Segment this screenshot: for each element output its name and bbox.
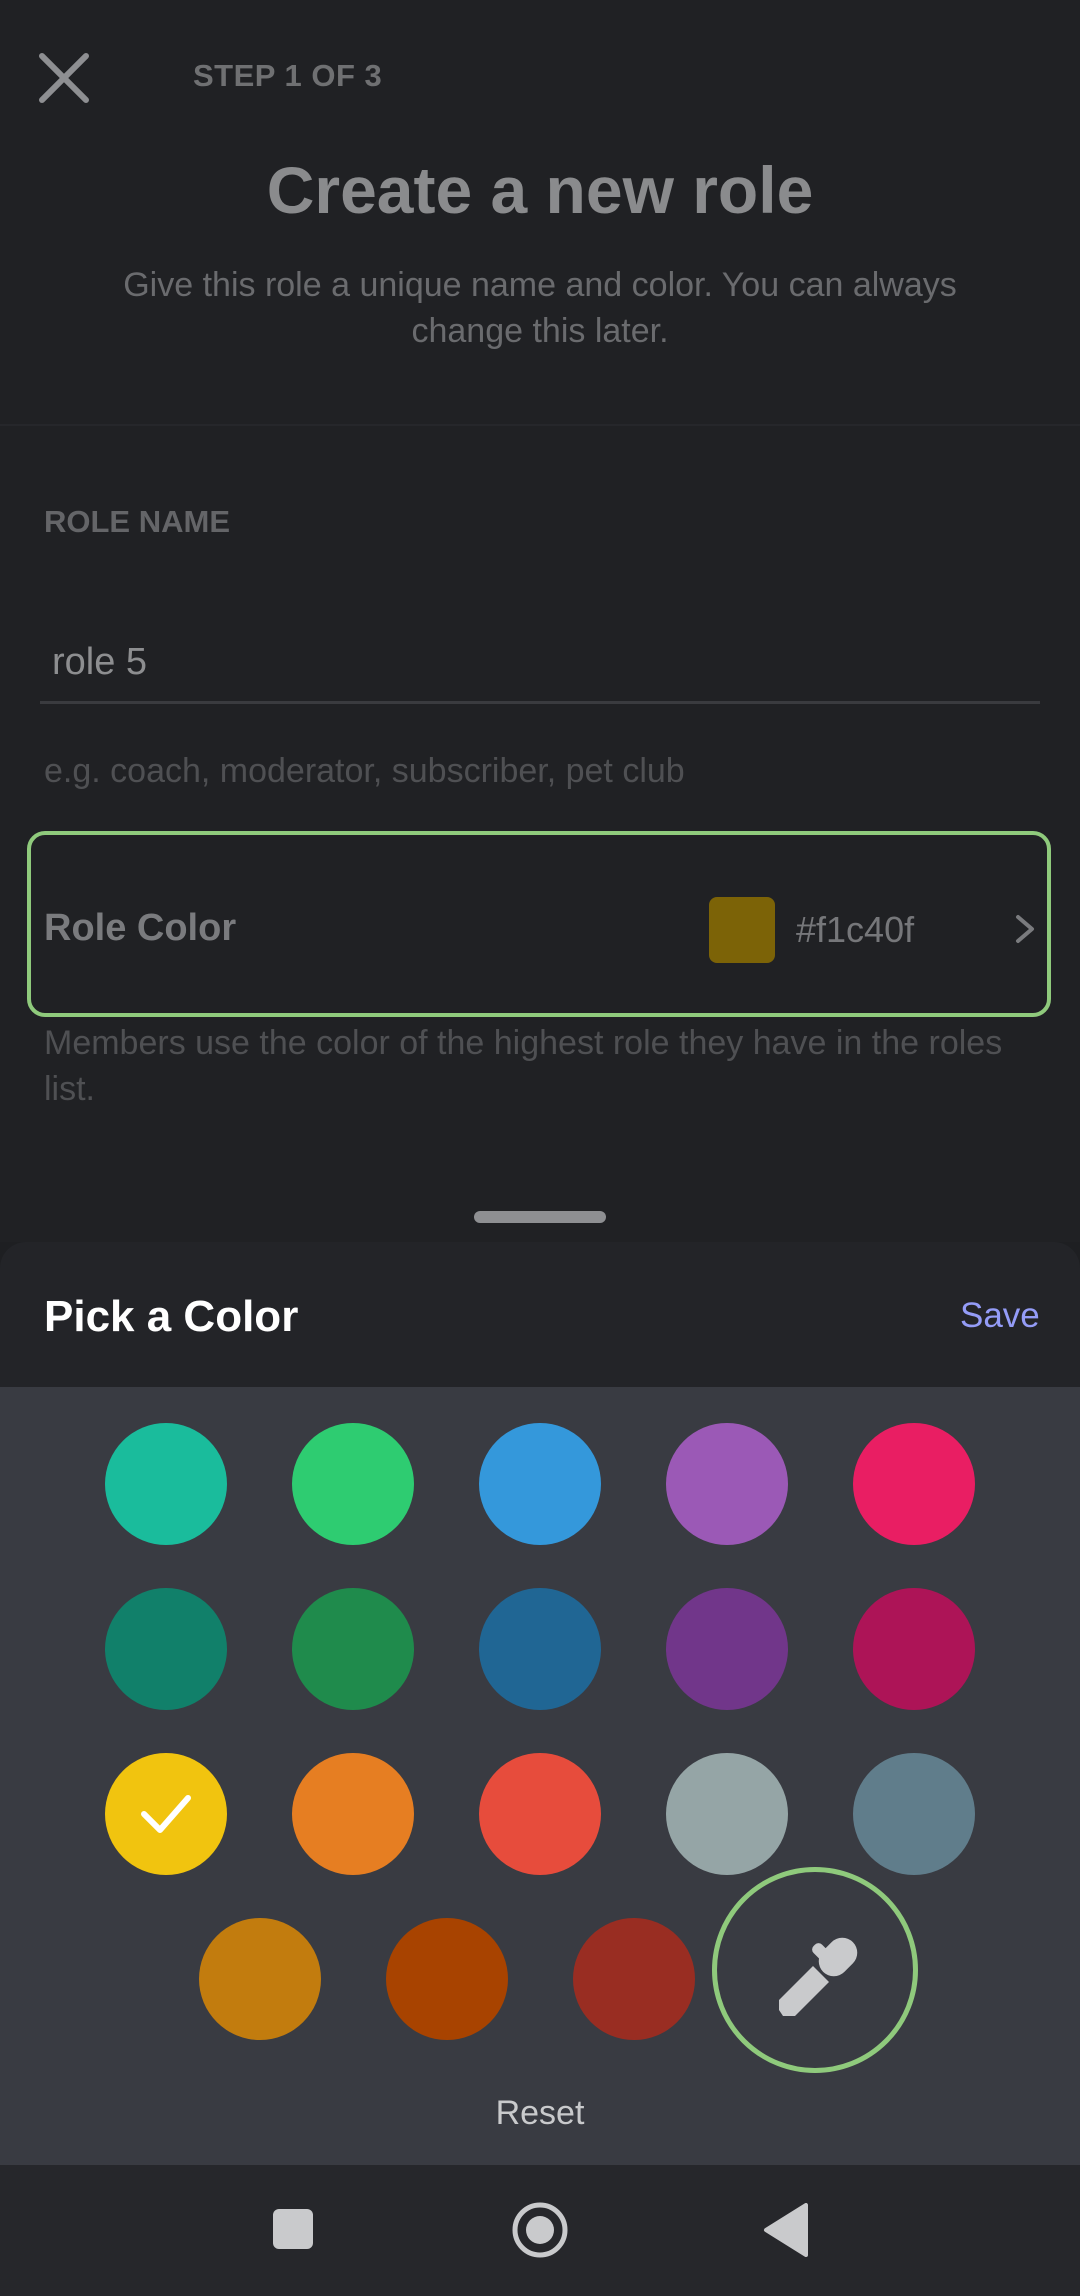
role-color-swatch: [709, 897, 775, 963]
circle-home-icon[interactable]: [510, 2200, 570, 2260]
header-divider: [0, 424, 1080, 426]
role-name-hint: e.g. coach, moderator, subscriber, pet c…: [44, 752, 685, 790]
color-swatch[interactable]: [105, 1588, 227, 1710]
color-swatch[interactable]: [666, 1588, 788, 1710]
color-swatch[interactable]: [292, 1423, 414, 1545]
color-swatch[interactable]: [292, 1588, 414, 1710]
color-swatch[interactable]: [853, 1588, 975, 1710]
close-icon[interactable]: [36, 50, 92, 106]
page-subtitle: Give this role a unique name and color. …: [123, 266, 957, 350]
color-swatch[interactable]: [386, 1918, 508, 2040]
color-swatch[interactable]: [105, 1753, 227, 1875]
role-color-hex: #f1c40f: [796, 909, 915, 950]
color-swatch[interactable]: [105, 1423, 227, 1545]
triangle-back-icon[interactable]: [762, 2203, 812, 2257]
step-indicator: STEP 1 OF 3: [193, 58, 383, 93]
color-swatch[interactable]: [853, 1753, 975, 1875]
sheet-title: Pick a Color: [44, 1292, 299, 1341]
role-color-description: Members use the color of the highest rol…: [44, 1024, 1003, 1108]
color-swatch[interactable]: [479, 1753, 601, 1875]
eyedropper-icon: [779, 1937, 858, 2016]
checkmark-icon: [141, 1795, 191, 1833]
color-swatch[interactable]: [479, 1423, 601, 1545]
color-swatch[interactable]: [666, 1753, 788, 1875]
color-swatch[interactable]: [292, 1753, 414, 1875]
role-color-label: Role Color: [44, 907, 237, 949]
color-swatch[interactable]: [853, 1423, 975, 1545]
square-icon[interactable]: [271, 2207, 315, 2251]
sheet-drag-handle[interactable]: [474, 1211, 606, 1223]
reset-button[interactable]: Reset: [0, 2094, 1080, 2133]
color-swatch[interactable]: [666, 1423, 788, 1545]
save-button[interactable]: Save: [960, 1296, 1040, 1336]
color-swatch[interactable]: [479, 1588, 601, 1710]
chevron-right-icon: [1016, 915, 1034, 943]
role-name-input[interactable]: [40, 624, 1040, 704]
role-name-label: ROLE NAME: [44, 504, 230, 539]
page-title: Create a new role: [266, 153, 814, 227]
color-swatch[interactable]: [573, 1918, 695, 2040]
color-swatch[interactable]: [199, 1918, 321, 2040]
